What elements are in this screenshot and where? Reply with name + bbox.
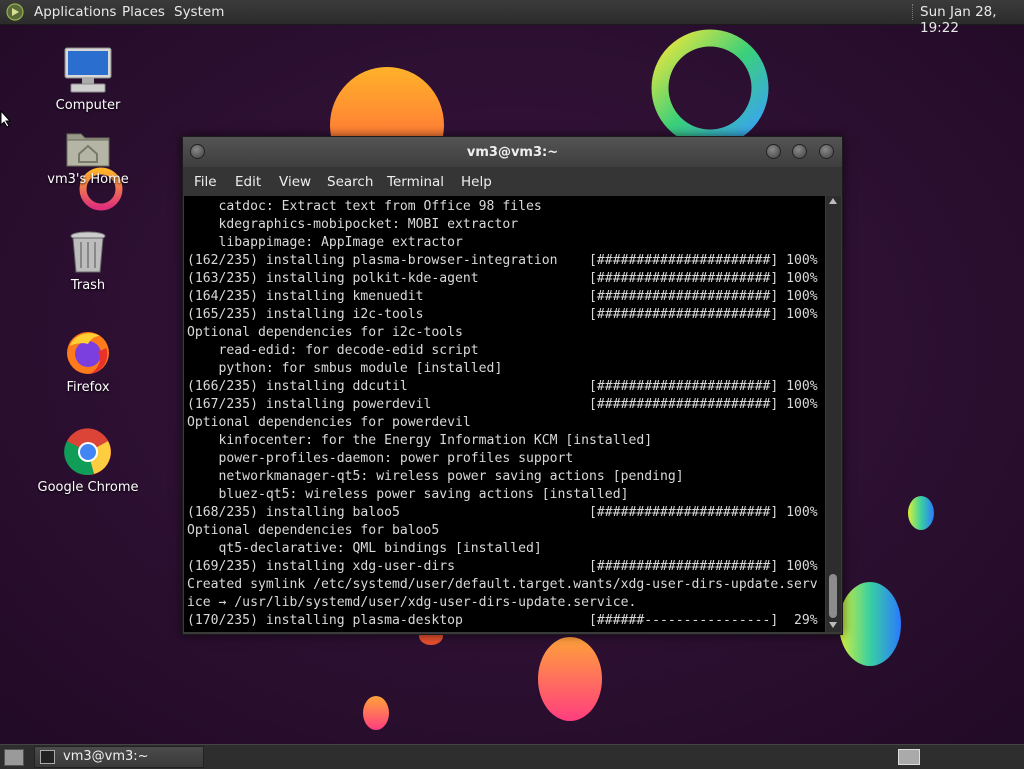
bottom-panel: vm3@vm3:~ — [0, 744, 1024, 769]
places-menu[interactable]: Places — [122, 4, 165, 20]
clock[interactable]: Sun Jan 28, 19:22 — [920, 4, 1024, 36]
menu-view[interactable]: View — [279, 174, 311, 190]
system-menu[interactable]: System — [174, 4, 224, 20]
terminal-line: python: for smbus module [installed] — [187, 361, 503, 376]
terminal-line: qt5-declarative: QML bindings [installed… — [187, 541, 542, 556]
window-titlebar[interactable]: vm3@vm3:~ — [183, 137, 842, 167]
terminal-line: Optional dependencies for baloo5 — [187, 523, 440, 538]
terminal-line: (164/235) installing kmenuedit [########… — [187, 289, 818, 304]
desktop-icon-chrome[interactable]: Google Chrome — [33, 428, 143, 495]
mouse-pointer-icon — [0, 110, 12, 128]
show-desktop-icon[interactable] — [4, 749, 24, 766]
terminal-line: Optional dependencies for i2c-tools — [187, 325, 463, 340]
terminal-line: Created symlink /etc/systemd/user/defaul… — [187, 577, 818, 592]
terminal-window[interactable]: vm3@vm3:~ File Edit View Search Terminal… — [182, 136, 843, 635]
terminal-line: libappimage: AppImage extractor — [187, 235, 463, 250]
scroll-up-icon[interactable] — [829, 198, 837, 204]
terminal-scrollbar[interactable] — [826, 196, 841, 632]
desktop-icon-label: Computer — [55, 98, 121, 113]
terminal-line: power-profiles-daemon: power profiles su… — [187, 451, 574, 466]
close-button[interactable] — [819, 144, 834, 159]
minimize-button[interactable] — [766, 144, 781, 159]
terminal-icon — [40, 750, 55, 764]
menu-search[interactable]: Search — [327, 174, 373, 190]
terminal-output[interactable]: catdoc: Extract text from Office 98 file… — [184, 196, 825, 632]
terminal-text: catdoc: Extract text from Office 98 file… — [184, 196, 825, 630]
menu-help[interactable]: Help — [461, 174, 492, 190]
terminal-line: Optional dependencies for powerdevil — [187, 415, 471, 430]
terminal-line: (169/235) installing xdg-user-dirs [####… — [187, 559, 818, 574]
menu-file[interactable]: File — [194, 174, 217, 190]
trash-icon — [70, 231, 106, 273]
desktop-icon-label: Google Chrome — [37, 480, 139, 495]
applications-logo-icon[interactable] — [6, 3, 24, 21]
maximize-button[interactable] — [792, 144, 807, 159]
panel-separator — [912, 4, 915, 20]
scroll-down-icon[interactable] — [829, 622, 837, 628]
terminal-line: (166/235) installing ddcutil [##########… — [187, 379, 818, 394]
top-panel: Applications Places System Sun Jan 28, 1… — [0, 0, 1024, 36]
terminal-line: kinfocenter: for the Energy Information … — [187, 433, 653, 448]
terminal-line: catdoc: Extract text from Office 98 file… — [187, 199, 542, 214]
workspace-switcher[interactable] — [898, 749, 920, 765]
taskbar-button-label: vm3@vm3:~ — [63, 749, 149, 764]
taskbar-button-terminal[interactable]: vm3@vm3:~ — [34, 746, 204, 768]
firefox-icon — [67, 332, 109, 374]
terminal-line: ice → /usr/lib/systemd/user/xdg-user-dir… — [187, 595, 637, 610]
computer-icon — [64, 47, 112, 93]
home-folder-icon — [66, 133, 110, 167]
window-title: vm3@vm3:~ — [466, 145, 559, 160]
terminal-line: bluez-qt5: wireless power saving actions… — [187, 487, 629, 502]
desktop-icon-label: vm3's Home — [47, 172, 129, 187]
desktop-icon-label: Firefox — [66, 380, 110, 395]
terminal-line: (168/235) installing baloo5 [###########… — [187, 505, 818, 520]
terminal-line: networkmanager-qt5: wireless power savin… — [187, 469, 684, 484]
terminal-line: (165/235) installing i2c-tools [########… — [187, 307, 818, 322]
menu-edit[interactable]: Edit — [235, 174, 261, 190]
scrollbar-thumb[interactable] — [829, 574, 837, 618]
terminal-line: (167/235) installing powerdevil [#######… — [187, 397, 818, 412]
desktop-icon-firefox[interactable]: Firefox — [33, 328, 143, 395]
terminal-line: (162/235) installing plasma-browser-inte… — [187, 253, 818, 268]
desktop-icon-home[interactable]: vm3's Home — [33, 128, 143, 187]
terminal-menubar: File Edit View Search Terminal Help — [183, 167, 842, 196]
desktop-icon-computer[interactable]: Computer — [33, 46, 143, 113]
desktop-icon-label: Trash — [70, 278, 106, 293]
terminal-line: (170/235) installing plasma-desktop [###… — [187, 613, 818, 628]
applications-menu[interactable]: Applications — [34, 4, 116, 20]
terminal-line: kdegraphics-mobipocket: MOBI extractor — [187, 217, 519, 232]
terminal-line: read-edid: for decode-edid script — [187, 343, 479, 358]
menu-terminal[interactable]: Terminal — [387, 174, 444, 190]
terminal-line: (163/235) installing polkit-kde-agent [#… — [187, 271, 818, 286]
chrome-icon — [64, 428, 111, 476]
desktop-icon-trash[interactable]: Trash — [33, 230, 143, 293]
